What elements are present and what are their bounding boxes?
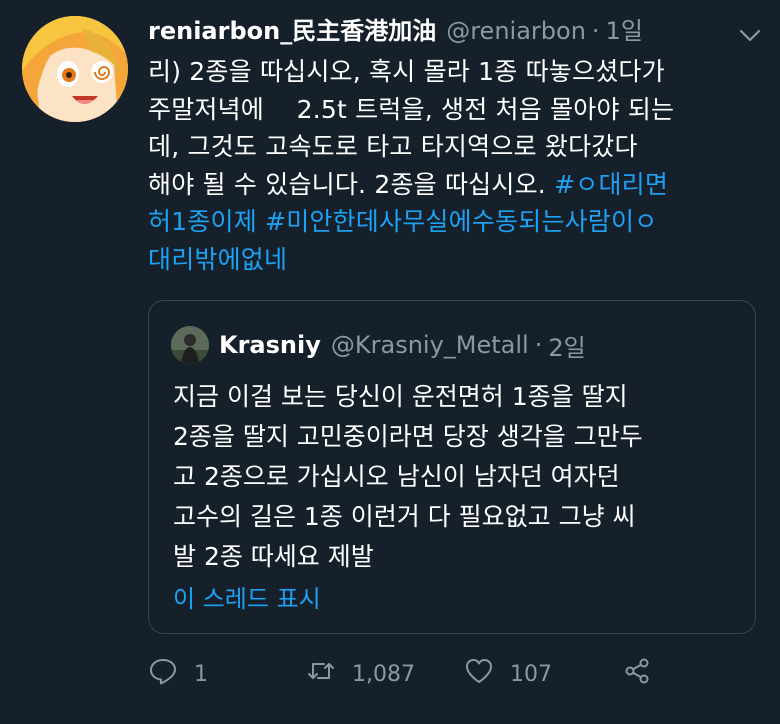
reply-icon (148, 656, 178, 692)
quoted-separator: · (534, 331, 543, 359)
tweet-content: reniarbon_民主香港加油 @reniarbon · 1일 리) 2종을 … (148, 12, 763, 278)
hashtag-link[interactable]: 허1종이제 #미안한데사무실에수동되는사람이ㅇ (148, 203, 763, 241)
retweet-count: 1,087 (352, 661, 415, 687)
header-separator: · (591, 17, 600, 45)
quote-line: 2종을 딸지 고민중이라면 당장 생각을 그만두 (173, 422, 643, 451)
person-avatar-icon (171, 326, 209, 364)
reply-count: 1 (194, 661, 208, 687)
tweet-body: 리) 2종을 따십시오, 혹시 몰라 1종 따놓으셨다가주말저녁에 2.5t 트… (148, 53, 763, 278)
reply-button[interactable]: 1 (148, 652, 208, 696)
retweet-icon (306, 656, 336, 692)
tweet-actions: 1 1,087 107 (148, 652, 748, 696)
tweet-body-line: 주말저녁에 2.5t 트럭을, 생전 처음 몰아야 되는 (148, 94, 675, 124)
quote-line: 지금 이걸 보는 당신이 운전면허 1종을 딸지 (173, 382, 628, 411)
quoted-author-handle: @Krasniy_Metall (330, 331, 529, 359)
hashtag-link[interactable]: #ㅇ대리면 (554, 170, 668, 199)
share-button[interactable] (622, 652, 652, 696)
like-button[interactable]: 107 (464, 652, 552, 696)
quote-line: 고수의 길은 1종 이런거 다 필요없고 그냥 씨 (173, 502, 636, 531)
heart-icon (464, 656, 494, 692)
tweet-timestamp[interactable]: 1일 (606, 12, 643, 50)
tweet-body-line: 해야 될 수 있습니다. 2종을 따십시오. #ㅇ대리면 (148, 166, 763, 204)
tweet: reniarbon_民主香港加油 @reniarbon · 1일 리) 2종을 … (0, 0, 780, 724)
quoted-timestamp: 2일 (548, 333, 586, 362)
quote-line: 고 2종으로 가십시오 남신이 남자던 여자던 (173, 462, 620, 491)
like-count: 107 (510, 661, 552, 687)
quoted-tweet-header: Krasniy @Krasniy_Metall · 2일 (171, 323, 586, 367)
anime-avatar-icon (22, 16, 128, 122)
quoted-tweet-body: 지금 이걸 보는 당신이 운전면허 1종을 딸지 2종을 딸지 고민중이라면 당장… (173, 377, 743, 577)
tweet-header: reniarbon_民主香港加油 @reniarbon · 1일 (148, 12, 763, 50)
quoted-tweet[interactable]: Krasniy @Krasniy_Metall · 2일 지금 이걸 보는 당신… (148, 300, 756, 634)
author-display-name[interactable]: reniarbon_民主香港加油 (148, 12, 436, 50)
quote-line: 발 2종 따세요 제발 (173, 542, 374, 571)
hashtag-link[interactable]: 대리밖에없네 (148, 241, 763, 279)
quoted-author-name: Krasniy (219, 331, 321, 359)
chevron-down-icon[interactable] (737, 22, 763, 48)
author-handle[interactable]: @reniarbon (446, 12, 586, 50)
tweet-body-line: 데, 그것도 고속도로 타고 타지역으로 왔다갔다 (148, 132, 638, 161)
quoted-author-avatar (171, 326, 209, 364)
retweet-button[interactable]: 1,087 (306, 652, 415, 696)
share-icon (622, 656, 652, 692)
show-thread-link[interactable]: 이 스레드 표시 (173, 579, 321, 614)
tweet-body-line: 리) 2종을 따십시오, 혹시 몰라 1종 따놓으셨다가 (148, 57, 665, 86)
author-avatar[interactable] (22, 16, 128, 122)
tweet-body-text: 해야 될 수 있습니다. 2종을 따십시오. (148, 169, 555, 199)
